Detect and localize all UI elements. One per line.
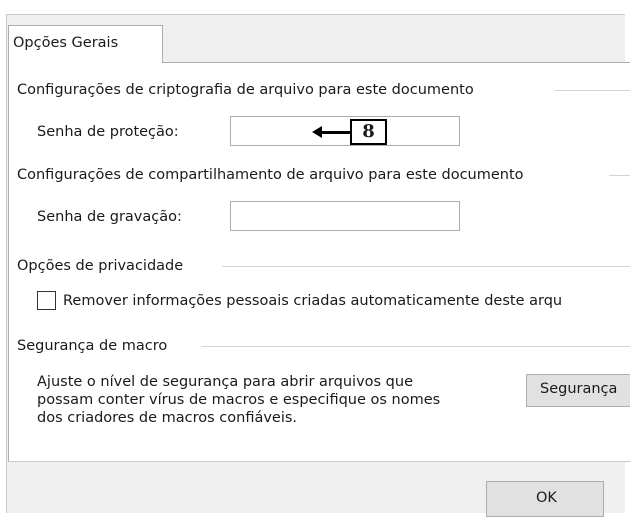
protection-password-label: Senha de proteção: (37, 124, 179, 140)
tab-opcoes-gerais[interactable]: Opções Gerais (8, 25, 163, 63)
macro-group-divider (201, 346, 630, 347)
privacy-group-divider (222, 266, 630, 267)
encryption-group-label: Configurações de criptografia de arquivo… (17, 82, 474, 98)
write-password-field[interactable] (230, 201, 460, 231)
encryption-group-divider (555, 90, 630, 91)
ok-button-label: OK (536, 490, 557, 506)
sharing-group-divider (609, 175, 630, 176)
macro-description-line-3: dos criadores de macros confiáveis. (37, 410, 298, 426)
macro-description-line-2: possam conter vírus de macros e especifi… (37, 392, 441, 408)
ok-button[interactable]: OK (486, 481, 604, 517)
macro-description-line-1: Ajuste o nível de segurança para abrir a… (37, 374, 413, 390)
sharing-group-label: Configurações de compartilhamento de arq… (17, 167, 524, 183)
remove-personal-info-label[interactable]: Remover informações pessoais criadas aut… (63, 292, 562, 310)
privacy-group-label: Opções de privacidade (17, 258, 184, 274)
macro-group-label: Segurança de macro (17, 338, 168, 354)
callout-arrow-shaft (320, 131, 350, 134)
callout-number: 8 (350, 119, 387, 145)
macro-security-button-label: Segurança (540, 381, 618, 397)
remove-personal-info-checkbox[interactable] (37, 291, 56, 310)
write-password-label: Senha de gravação: (37, 209, 182, 225)
tab-label: Opções Gerais (13, 35, 119, 51)
macro-security-button[interactable]: Segurança (526, 374, 630, 407)
